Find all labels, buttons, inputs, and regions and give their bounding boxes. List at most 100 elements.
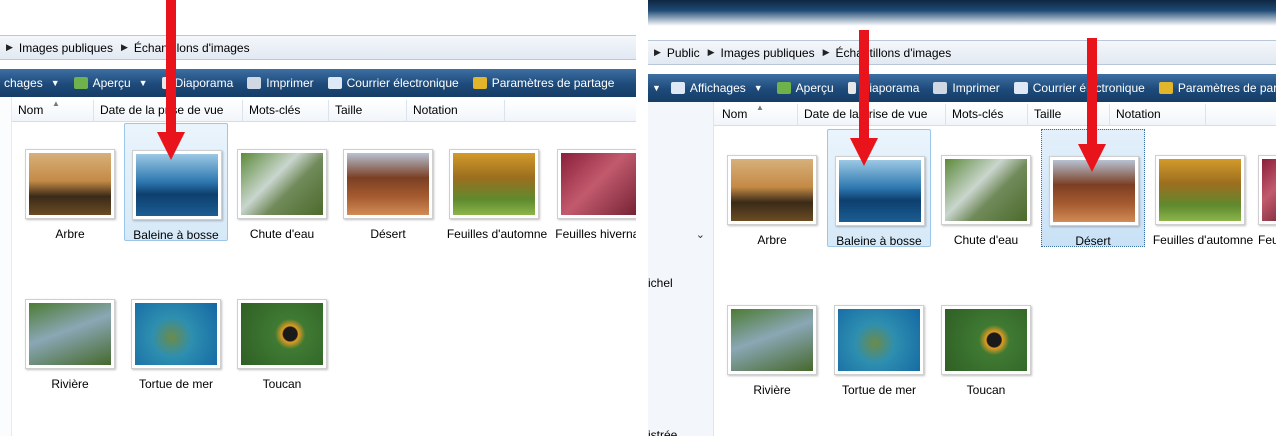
column-header-rating[interactable]: Notation	[407, 99, 505, 122]
thumbnail	[131, 299, 221, 369]
file-name: Arbre	[55, 227, 85, 241]
column-header-rating[interactable]: Notation	[1110, 103, 1206, 126]
thumbnail	[557, 149, 636, 219]
print-button[interactable]: Imprimer	[933, 81, 1000, 95]
whale-image	[839, 160, 921, 222]
chevron-right-icon: ▶	[707, 47, 715, 57]
file-name: Baleine à bosse	[133, 228, 219, 242]
thumbnail	[25, 149, 115, 219]
navigation-pane: ⌄ ichel istrée	[648, 102, 714, 436]
sort-ascending-icon: ▲	[756, 102, 764, 112]
file-item-feuilles-automne[interactable]: Feuilles d'automne	[442, 123, 552, 241]
printer-icon	[247, 77, 262, 89]
file-item-riviere[interactable]: Rivière	[18, 273, 122, 391]
file-name: Arbre	[757, 233, 787, 247]
column-label: Notation	[1116, 106, 1161, 121]
file-item-tortue[interactable]: Tortue de mer	[827, 279, 931, 397]
dropdown-arrow-icon: ▼	[753, 83, 763, 93]
dropdown-arrow-icon: ▼	[652, 83, 661, 93]
file-item-tortue[interactable]: Tortue de mer	[124, 273, 228, 391]
column-label: Date de la prise de vue	[100, 102, 224, 117]
file-list: Arbre Baleine à bosse Chute d'eau Désert…	[714, 127, 1276, 436]
file-name: Feuilles d'automne	[1152, 233, 1254, 247]
column-header-size[interactable]: Taille	[1028, 103, 1110, 126]
share-settings-button[interactable]: Paramètres de partage	[1158, 81, 1276, 95]
file-item-desert[interactable]: Désert	[336, 123, 440, 241]
file-item-feuilles-hivernales[interactable]: Feuilles hivernales	[550, 123, 636, 241]
annotation-arrow-shaft	[859, 30, 869, 140]
file-name: Feu	[1258, 233, 1276, 247]
winter-leaves-image	[561, 153, 636, 215]
breadcrumb-item[interactable]: Échantillons d'images	[134, 41, 250, 55]
command-toolbar: chages ▼ Aperçu ▼ Diaporama Imprimer Cou…	[0, 69, 636, 97]
thumbnail	[25, 299, 115, 369]
preview-button[interactable]: Aperçu	[776, 81, 834, 95]
file-name: Chute d'eau	[953, 233, 1019, 247]
column-header-name[interactable]: ▲ Nom	[12, 99, 94, 122]
thumbnail	[941, 155, 1031, 225]
thumbnail	[449, 149, 539, 219]
file-name: Désert	[370, 227, 406, 241]
file-item-chute[interactable]: Chute d'eau	[230, 123, 334, 241]
breadcrumb-item[interactable]: Échantillons d'images	[836, 46, 952, 60]
column-header-keywords[interactable]: Mots-clés	[243, 99, 329, 122]
breadcrumb-item[interactable]: Public	[667, 46, 700, 60]
command-toolbar: ▼ Affichages ▼ Aperçu Diaporama Imprimer…	[648, 74, 1276, 102]
slideshow-label: Diaporama	[860, 81, 920, 95]
file-item-arbre[interactable]: Arbre	[18, 123, 122, 241]
waterfall-image	[241, 153, 323, 215]
file-item-riviere[interactable]: Rivière	[720, 279, 824, 397]
address-bar[interactable]: ▶ Public ▶ Images publiques ▶ Échantillo…	[648, 40, 1276, 65]
autumn-leaves-image	[453, 153, 535, 215]
column-label: Taille	[335, 102, 363, 117]
file-name: Feuilles d'automne	[446, 227, 548, 241]
chevron-right-icon: ▶	[822, 47, 830, 57]
file-item-toucan[interactable]: Toucan	[934, 279, 1038, 397]
printer-icon	[933, 82, 948, 94]
views-button[interactable]: ▼ Affichages ▼	[652, 81, 763, 95]
breadcrumb-item[interactable]: Images publiques	[19, 41, 113, 55]
slideshow-label: Diaporama	[174, 76, 234, 90]
column-header-date[interactable]: Date de la prise de vue	[798, 103, 946, 126]
file-name: Baleine à bosse	[836, 234, 922, 248]
share-settings-button[interactable]: Paramètres de partage	[472, 76, 614, 90]
thumbnail	[1258, 155, 1276, 225]
river-image	[731, 309, 813, 371]
column-header-name[interactable]: ▲ Nom	[716, 102, 798, 126]
nav-item-fragment[interactable]: istrée	[648, 428, 677, 436]
file-item-arbre[interactable]: Arbre	[720, 129, 824, 247]
preview-label: Aperçu	[795, 81, 834, 95]
thumbnail	[237, 149, 327, 219]
email-button[interactable]: Courrier électronique	[1013, 81, 1145, 95]
preview-button[interactable]: Aperçu ▼	[73, 76, 148, 90]
toucan-image	[945, 309, 1027, 371]
email-icon	[327, 77, 342, 89]
thumbnail	[835, 156, 925, 226]
dropdown-arrow-icon: ▼	[50, 78, 60, 88]
column-header-keywords[interactable]: Mots-clés	[946, 103, 1028, 126]
preview-label: Aperçu	[92, 76, 131, 90]
tree-image	[29, 153, 111, 215]
email-button[interactable]: Courrier électronique	[327, 76, 459, 90]
file-item-feuilles-hivernales[interactable]: Feu	[1254, 129, 1276, 247]
nav-item-fragment[interactable]: ichel	[648, 276, 673, 290]
thumbnail	[1155, 155, 1245, 225]
column-header-size[interactable]: Taille	[329, 99, 407, 122]
file-item-feuilles-automne[interactable]: Feuilles d'automne	[1148, 129, 1258, 247]
waterfall-image	[945, 159, 1027, 221]
desert-image	[347, 153, 429, 215]
expand-chevron-icon[interactable]: ⌄	[696, 228, 705, 241]
preview-icon	[73, 77, 88, 89]
print-button[interactable]: Imprimer	[247, 76, 314, 90]
views-button[interactable]: chages ▼	[4, 76, 60, 90]
file-item-toucan[interactable]: Toucan	[230, 273, 334, 391]
print-label: Imprimer	[266, 76, 314, 90]
winter-leaves-image	[1262, 159, 1276, 221]
breadcrumb-item[interactable]: Images publiques	[721, 46, 815, 60]
file-item-baleine[interactable]: Baleine à bosse	[827, 129, 931, 248]
file-item-chute[interactable]: Chute d'eau	[934, 129, 1038, 247]
address-bar[interactable]: ▶ Images publiques ▶ Échantillons d'imag…	[0, 35, 636, 60]
file-name: Rivière	[51, 377, 89, 391]
sea-turtle-image	[838, 309, 920, 371]
file-name: Toucan	[966, 383, 1006, 397]
